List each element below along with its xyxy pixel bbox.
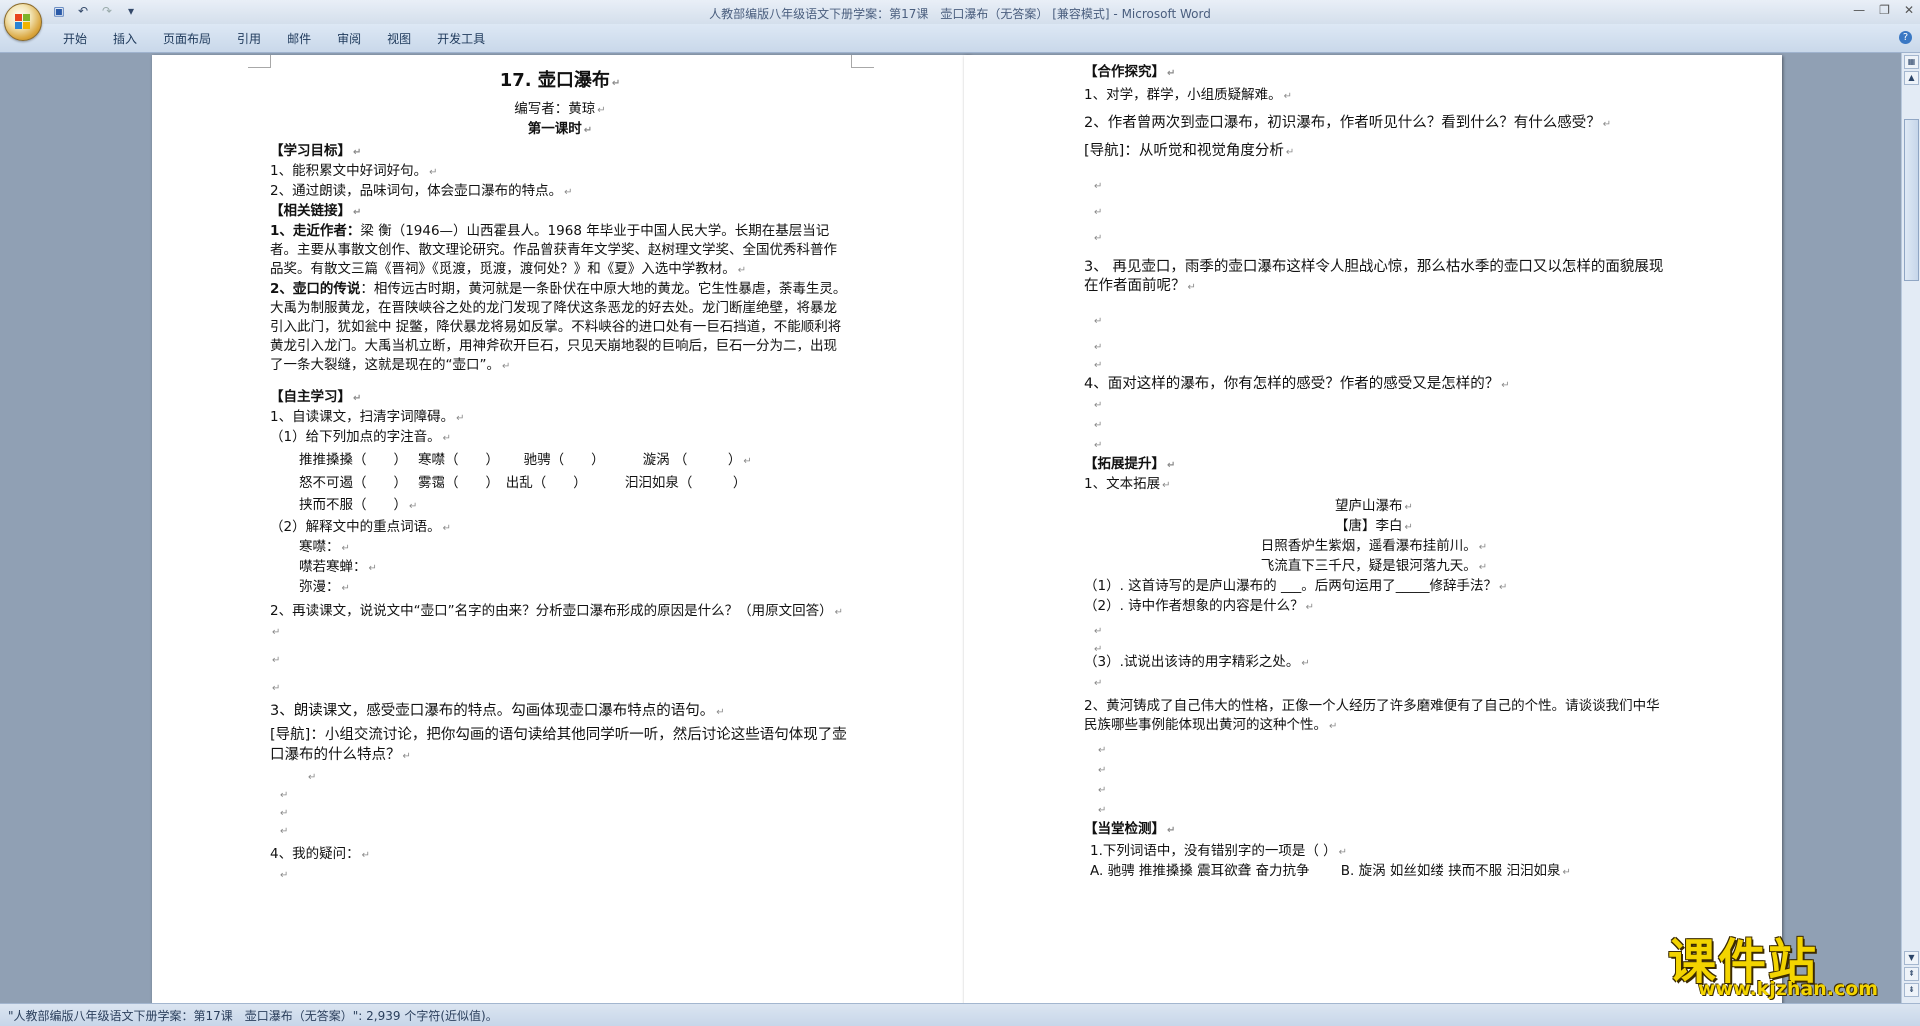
word-item: 噤若寒蝉： ↵ — [299, 559, 377, 575]
tab-references[interactable]: 引用 — [224, 30, 274, 47]
question-guide: [导航]：小组交流讨论，把你勾画的语句读给其他同学听一听，然后讨论这些语句体现了… — [270, 727, 847, 763]
poem-line: 飞流直下三千尺，疑是银河落九天。 ↵ — [1260, 558, 1488, 574]
tab-review[interactable]: 审阅 — [324, 30, 374, 47]
legend-paragraph: 2、壶口的传说：相传远古时期，黄河就是一条卧伏在中原大地的黄龙。它生性暴虐，荼毒… — [270, 281, 847, 373]
document-page-right[interactable]: 【合作探究】 ↵ 1、对学，群学，小组质疑解难。 ↵ 2、作者曾两次到壶口瀑布，初识… — [964, 55, 1782, 1003]
author-intro: 1、走近作者：梁 衡（1946—）山西霍县人。1968 年毕业于中国人民大学。长… — [270, 223, 837, 277]
watermark-logo: 课件站 www.kjzhan.com — [1668, 922, 1920, 1002]
tab-view[interactable]: 视图 — [374, 30, 424, 47]
tab-home[interactable]: 开始 — [50, 30, 100, 47]
question-item: 3、朗读课文，感受壶口瀑布的特点。勾画体现壶口瀑布特点的语句。 ↵ — [270, 703, 725, 719]
word-item: 弥漫： ↵ — [299, 579, 350, 595]
poem-question: （2）. 诗中作者想象的内容是什么？ ↵ — [1084, 598, 1315, 614]
coop-header: 【合作探究】 ↵ — [1084, 64, 1176, 80]
lesson-label: 第一课时 ↵ — [527, 121, 593, 137]
vertical-scrollbar[interactable]: ▦ ▲ ▼ ⇞ ⇟ — [1901, 53, 1920, 1003]
tab-insert[interactable]: 插入 — [100, 30, 150, 47]
status-bar: "人教部编版八年级语文下册学案：第17课 壶口瀑布（无答案）": 2,939 个… — [0, 1003, 1920, 1026]
poem-title: 望庐山瀑布 ↵ — [1335, 498, 1413, 514]
crop-mark — [248, 55, 271, 68]
window-title: 人教部编版八年级语文下册学案：第17课 壶口瀑布（无答案） [兼容模式] - M… — [709, 7, 1211, 21]
document-title: 17. 壶口瀑布 ↵ — [499, 70, 621, 91]
goals-header: 【学习目标】 ↵ — [270, 143, 362, 159]
coop-item: 4、面对这样的瀑布，你有怎样的感受？作者的感受又是怎样的？ ↵ — [1084, 376, 1510, 392]
tab-page-layout[interactable]: 页面布局 — [150, 30, 224, 47]
test-options: A. 驰骋 推推搡搡 震耳欲聋 奋力抗争 B. 旋涡 如丝如缕 挟而不服 汩汩如… — [1090, 863, 1571, 879]
question-item: 4、我的疑问： ↵ — [270, 846, 370, 862]
office-logo-icon — [15, 14, 31, 30]
extension-item: 1、文本拓展 ↵ — [1084, 476, 1171, 492]
document-page-left[interactable]: 17. 壶口瀑布 ↵ 编写者：黄琼 ↵ 第一课时 ↵ 【学习目标】 ↵ 1、能积累文中好… — [152, 55, 970, 1003]
poem-question: （3）.试说出该诗的用字精彩之处。 ↵ — [1084, 654, 1310, 670]
page-content: 17. 壶口瀑布 ↵ 编写者：黄琼 ↵ 第一课时 ↵ 【学习目标】 ↵ 1、能积累文中好… — [270, 69, 850, 885]
poem-question: （1）. 这首诗写的是庐山瀑布的 ___。后两句运用了_____修辞手法？ ↵ — [1084, 578, 1508, 594]
window-controls: — ❐ ✕ — [1853, 3, 1914, 17]
page-content: 【合作探究】 ↵ 1、对学，群学，小组质疑解难。 ↵ 2、作者曾两次到壶口瀑布，初识… — [1084, 63, 1664, 882]
coop-guide: [导航]：从听觉和视觉角度分析 ↵ — [1084, 143, 1295, 159]
poem-line: 日照香炉生紫烟，遥看瀑布挂前川。 ↵ — [1260, 538, 1488, 554]
pinyin-row: 挟而不服（ ） ↵ — [299, 497, 418, 513]
author-line: 编写者：黄琼 ↵ — [514, 101, 606, 117]
coop-item: 1、对学，群学，小组质疑解难。 ↵ — [1084, 87, 1292, 103]
scroll-thumb[interactable] — [1904, 119, 1919, 281]
self-study-header: 【自主学习】 ↵ — [270, 389, 362, 405]
ribbon: 开始 插入 页面布局 引用 邮件 审阅 视图 开发工具 — [0, 24, 1920, 53]
coop-item: 3、 再见壶口，雨季的壶口瀑布这样令人胆战心惊，那么枯水季的壶口又以怎样的面貌展… — [1084, 259, 1664, 294]
self-study-sub: （2）解释文中的重点词语。 ↵ — [270, 519, 451, 535]
ruler-toggle-icon[interactable]: ▦ — [1904, 55, 1919, 69]
pinyin-row: 怒不可遏（ ） 雾霭（ ） 出乱（ ） 汩汩如泉（ ） — [299, 475, 747, 491]
ribbon-tabs: 开始 插入 页面布局 引用 邮件 审阅 视图 开发工具 — [50, 30, 498, 47]
help-icon[interactable]: ? — [1899, 31, 1912, 44]
scroll-up-icon[interactable]: ▲ — [1904, 71, 1919, 85]
question-item: 2、再读课文，说说文中“壶口”名字的由来？分析壶口瀑布形成的原因是什么？（用原文… — [270, 603, 843, 619]
maximize-icon[interactable]: ❐ — [1879, 3, 1890, 17]
status-text: "人教部编版八年级语文下册学案：第17课 壶口瀑布（无答案）": 2,939 个… — [8, 1009, 498, 1023]
poem-author: 【唐】李白 ↵ — [1335, 518, 1413, 534]
test-header: 【当堂检测】 ↵ — [1084, 821, 1176, 837]
extension-header: 【拓展提升】 ↵ — [1084, 456, 1176, 472]
minimize-icon[interactable]: — — [1853, 3, 1865, 17]
close-icon[interactable]: ✕ — [1904, 3, 1914, 17]
watermark-url: www.kjzhan.com — [1698, 978, 1879, 1000]
coop-item: 2、作者曾两次到壶口瀑布，初识瀑布，作者听见什么？看到什么？有什么感受？ ↵ — [1084, 115, 1612, 131]
goal-item: 1、能积累文中好词好句。 ↵ — [270, 163, 438, 179]
word-item: 寒噤： ↵ — [299, 539, 350, 555]
self-study-item: 1、自读课文，扫清字词障碍。 ↵ — [270, 409, 465, 425]
links-header: 【相关链接】 ↵ — [270, 203, 362, 219]
self-study-sub: （1）给下列加点的字注音。 ↵ — [270, 429, 451, 445]
crop-mark — [851, 55, 874, 68]
pinyin-row: 推推搡搡（ ） 寒噤（ ） 驰骋（ ） 漩涡 （ ） ↵ — [299, 452, 752, 468]
title-bar: ▣ ↶ ↷ ▾ 人教部编版八年级语文下册学案：第17课 壶口瀑布（无答案） [兼… — [0, 0, 1920, 24]
tab-developer[interactable]: 开发工具 — [424, 30, 498, 47]
extension-item: 2、黄河铸成了自己伟大的性格，正像一个人经历了许多磨难便有了自己的个性。请谈谈我… — [1084, 698, 1660, 733]
goal-item: 2、通过朗读，品味词句，体会壶口瀑布的特点。 ↵ — [270, 183, 573, 199]
office-button[interactable] — [4, 3, 42, 41]
test-question: 1.下列词语中，没有错别字的一项是（ ） ↵ — [1090, 843, 1348, 859]
tab-mailings[interactable]: 邮件 — [274, 30, 324, 47]
document-area: 17. 壶口瀑布 ↵ 编写者：黄琼 ↵ 第一课时 ↵ 【学习目标】 ↵ 1、能积累文中好… — [0, 53, 1902, 1003]
